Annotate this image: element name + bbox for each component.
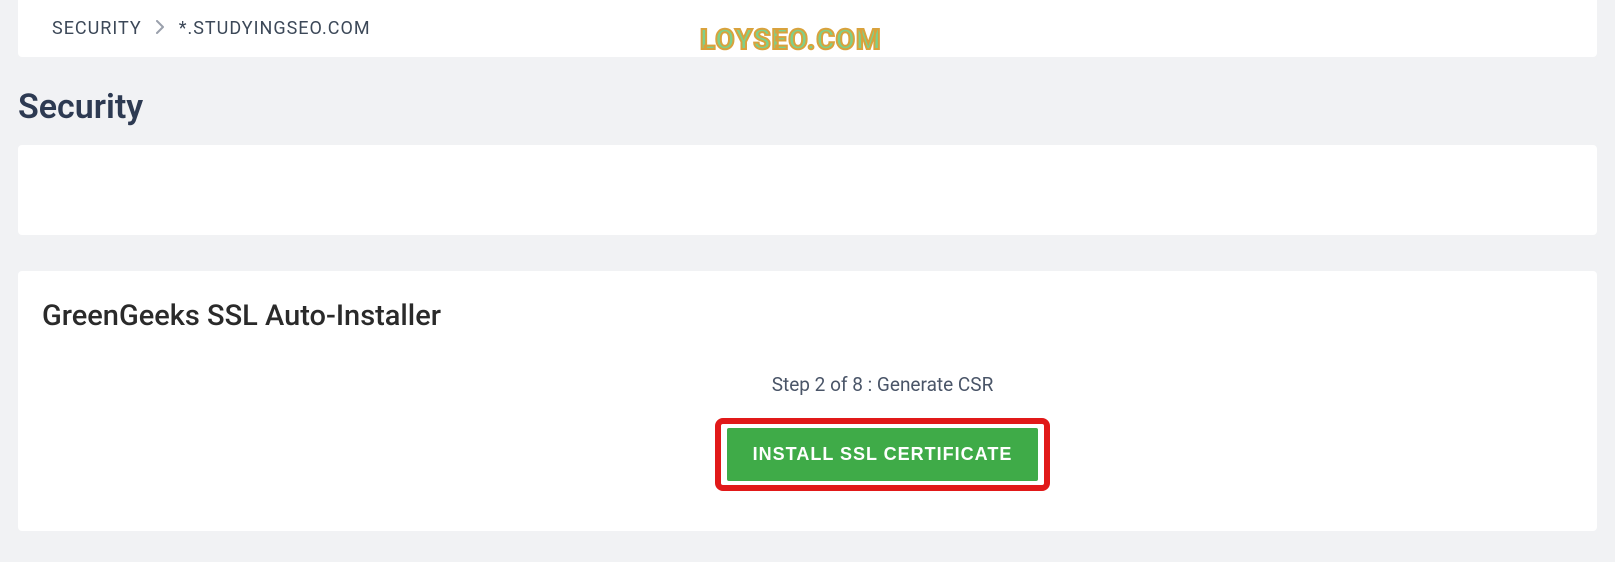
step-progress-text: Step 2 of 8 : Generate CSR — [192, 373, 1573, 396]
chevron-right-icon — [156, 20, 165, 38]
step-row: Step 2 of 8 : Generate CSR INSTALL SSL C… — [42, 373, 1573, 491]
install-ssl-button[interactable]: INSTALL SSL CERTIFICATE — [727, 428, 1039, 481]
empty-panel — [18, 145, 1597, 235]
watermark-text: LOYSEO.COM — [700, 23, 882, 56]
breadcrumb-root-link[interactable]: SECURITY — [52, 18, 142, 39]
ssl-installer-panel: GreenGeeks SSL Auto-Installer Step 2 of … — [18, 271, 1597, 531]
page-title: Security — [18, 87, 1597, 127]
breadcrumb-current: *.STUDYINGSEO.COM — [179, 18, 371, 39]
installer-title: GreenGeeks SSL Auto-Installer — [42, 299, 1573, 333]
install-button-highlight: INSTALL SSL CERTIFICATE — [715, 418, 1051, 491]
